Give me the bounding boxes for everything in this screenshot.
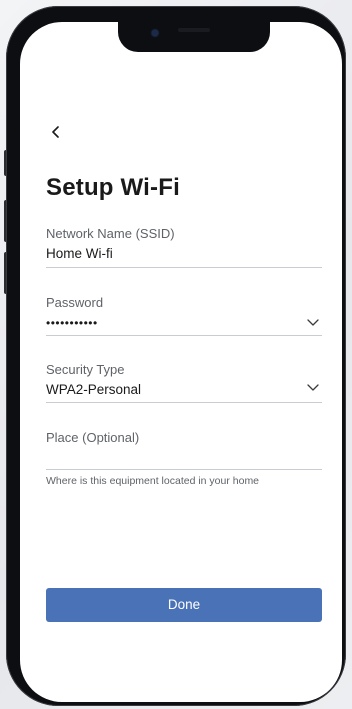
ssid-underline (46, 267, 322, 268)
place-input[interactable] (46, 449, 322, 467)
password-label: Password (46, 295, 104, 310)
phone-frame: Setup Wi-Fi Network Name (SSID) Home Wi-… (6, 6, 346, 706)
password-field[interactable]: Password ••••••••••• (46, 295, 322, 337)
chevron-down-icon[interactable] (306, 382, 320, 392)
chevron-left-icon (52, 126, 59, 138)
page-title: Setup Wi-Fi (46, 174, 180, 201)
background: Setup Wi-Fi Network Name (SSID) Home Wi-… (0, 0, 352, 709)
place-underline (46, 469, 322, 470)
back-button[interactable] (48, 122, 64, 142)
ssid-input[interactable]: Home Wi-fi (46, 245, 322, 263)
security-type-value[interactable]: WPA2-Personal (46, 381, 322, 399)
front-camera-icon (152, 30, 158, 36)
ssid-label: Network Name (SSID) (46, 226, 175, 241)
ssid-field[interactable]: Network Name (SSID) Home Wi-fi (46, 226, 322, 268)
place-label: Place (Optional) (46, 430, 140, 445)
security-type-label: Security Type (46, 362, 125, 377)
password-input[interactable]: ••••••••••• (46, 314, 322, 332)
password-underline (46, 335, 322, 336)
place-hint: Where is this equipment located in your … (46, 475, 260, 487)
phone-notch (118, 22, 270, 52)
place-field[interactable]: Place (Optional) (46, 430, 322, 472)
app-screen: Setup Wi-Fi Network Name (SSID) Home Wi-… (20, 22, 342, 702)
security-type-select[interactable]: Security Type WPA2-Personal (46, 362, 322, 404)
done-button[interactable]: Done (46, 588, 322, 622)
chevron-down-icon[interactable] (306, 317, 320, 327)
security-type-underline (46, 402, 322, 403)
earpiece-speaker (178, 28, 210, 32)
